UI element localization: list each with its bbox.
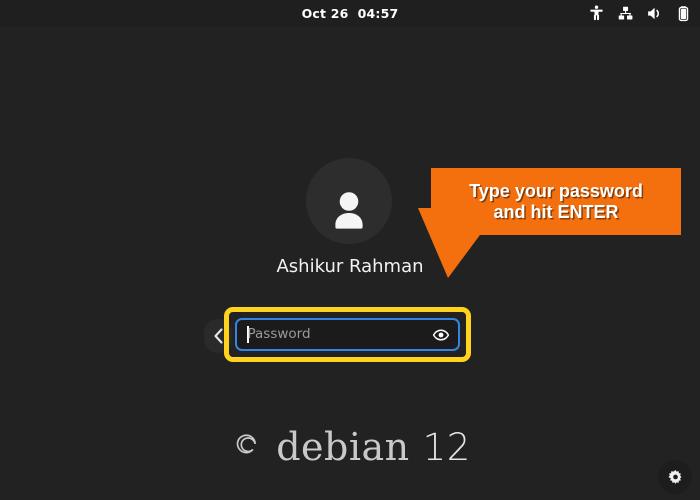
accessibility-icon[interactable] [587, 5, 605, 23]
settings-button[interactable] [658, 460, 692, 494]
debian-swirl-icon [236, 434, 257, 454]
top-bar: Oct 26 04:57 [0, 0, 700, 27]
eye-icon[interactable] [432, 326, 450, 344]
debian-name: debian [276, 425, 410, 469]
username-label: Ashikur Rahman [276, 256, 424, 277]
debian-branding: debian 12 [0, 427, 700, 467]
password-placeholder: Password [247, 327, 311, 342]
gear-icon [667, 469, 681, 484]
callout-line-1: Type your password [469, 181, 643, 202]
callout-tooltip: Type your password and hit ENTER [431, 168, 681, 235]
battery-icon[interactable] [674, 5, 692, 23]
password-input[interactable]: Password [235, 318, 460, 351]
login-area: Ashikur Rahman Password Type your passwo… [0, 27, 700, 500]
callout-line-2: and hit ENTER [493, 201, 619, 222]
avatar [306, 158, 392, 244]
wired-network-icon[interactable] [616, 5, 634, 23]
clock[interactable]: Oct 26 04:57 [302, 6, 399, 21]
user-avatar-icon [335, 192, 363, 229]
system-tray [587, 0, 692, 27]
debian-version: 12 [422, 425, 471, 469]
volume-icon[interactable] [645, 5, 663, 23]
